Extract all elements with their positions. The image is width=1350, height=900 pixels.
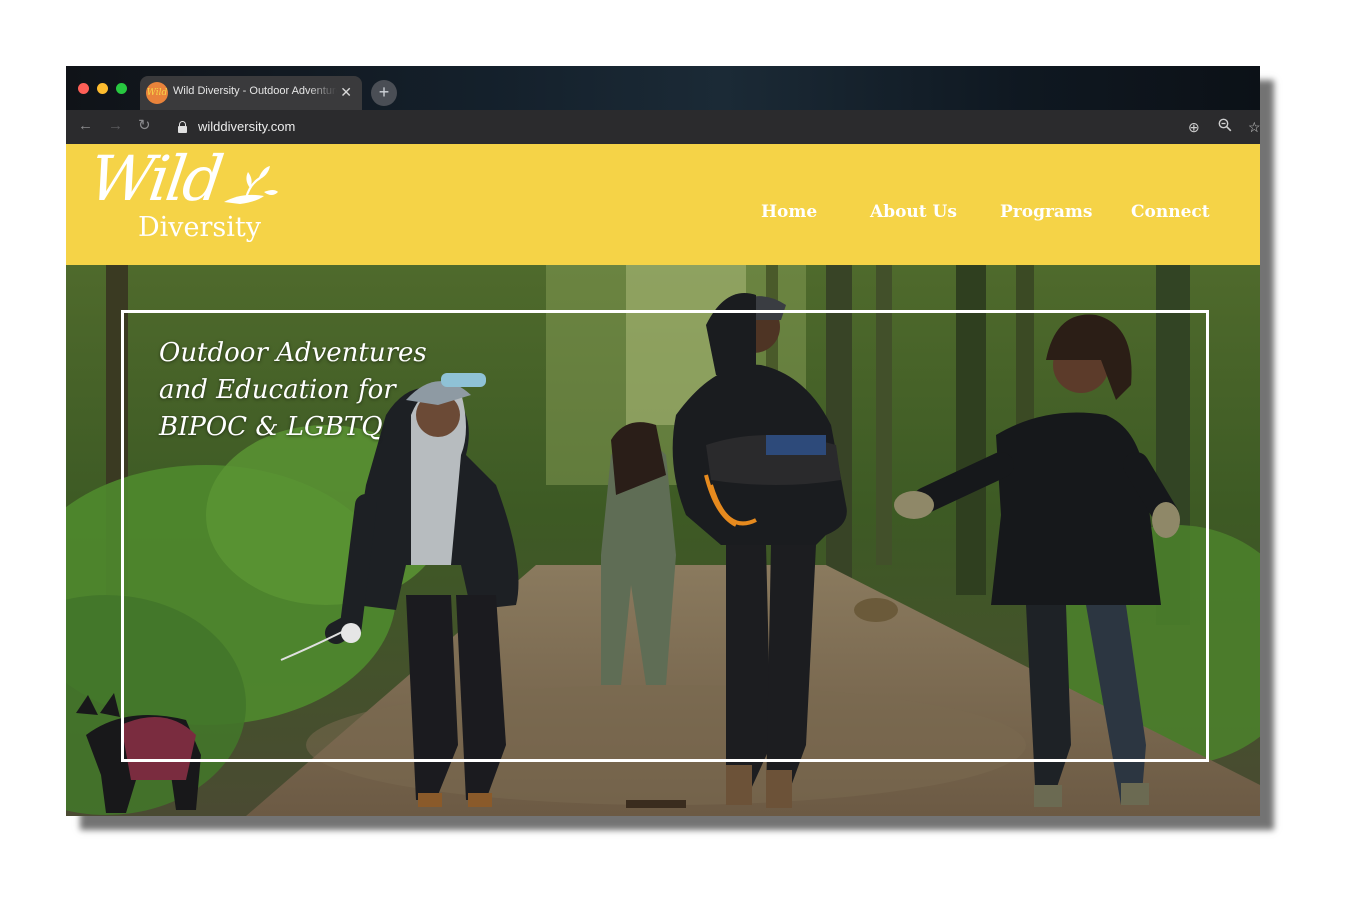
browser-window: Wild Wild Diversity - Outdoor Adventures…	[66, 66, 1260, 816]
lock-icon	[178, 121, 187, 133]
tagline-line-3: BIPOC & LGBTQ	[159, 412, 383, 442]
hero-tagline: Outdoor Adventures and Education for BIP…	[159, 335, 479, 446]
tab-bar: Wild Wild Diversity - Outdoor Adventures…	[66, 66, 1260, 110]
browser-tab[interactable]: Wild Wild Diversity - Outdoor Adventures…	[140, 76, 362, 110]
leaf-icon	[224, 166, 278, 204]
nav-about-link[interactable]: About Us	[870, 202, 957, 222]
minimize-window-button[interactable]	[97, 83, 108, 94]
maximize-window-button[interactable]	[116, 83, 127, 94]
nav-programs-link[interactable]: Programs	[1000, 202, 1093, 222]
back-arrow-icon[interactable]: ←	[78, 117, 93, 135]
url-field[interactable]: wilddiversity.com	[198, 119, 295, 134]
tagline-line-2: and Education for	[159, 375, 396, 405]
reload-icon[interactable]: ↻	[138, 117, 151, 135]
favicon-icon: Wild	[146, 82, 168, 104]
tab-title: Wild Diversity - Outdoor Adventures	[173, 85, 337, 97]
close-window-button[interactable]	[78, 83, 89, 94]
wild-diversity-logo[interactable]: Wild Diversity	[85, 142, 290, 254]
forward-arrow-icon[interactable]: →	[108, 117, 123, 135]
zoom-out-icon[interactable]	[1218, 118, 1232, 136]
hero-section: Outdoor Adventures and Education for BIP…	[66, 265, 1260, 816]
nav-connect-link[interactable]: Connect	[1131, 202, 1210, 222]
site-header: Wild Diversity Home About Us Programs Co…	[66, 142, 1260, 265]
add-icon[interactable]: ⊕	[1188, 118, 1200, 136]
tagline-line-1: Outdoor Adventures	[159, 338, 427, 368]
tab-close-icon[interactable]: ✕	[340, 83, 352, 101]
new-tab-button[interactable]: +	[371, 80, 397, 106]
logo-diversity-text: Diversity	[138, 212, 262, 243]
address-bar-row: ← → ↻ wilddiversity.com ⊕ ☆	[66, 110, 1260, 144]
logo-wild-text: Wild	[84, 142, 226, 215]
nav-home-link[interactable]: Home	[761, 202, 817, 222]
bookmark-star-icon[interactable]: ☆	[1248, 118, 1260, 136]
